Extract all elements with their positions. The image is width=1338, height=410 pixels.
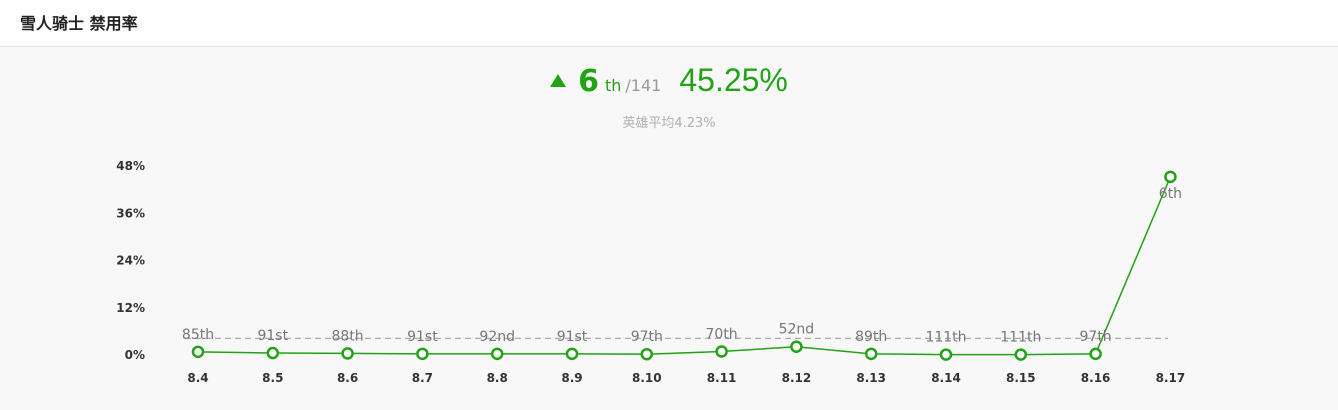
x-tick-label: 8.7 <box>412 371 433 385</box>
rank-label: 85th <box>182 327 214 343</box>
ban-rate-value: 45.25% <box>679 62 788 98</box>
hero-average-text: 英雄平均4.23% <box>622 116 716 131</box>
data-point <box>1089 347 1102 361</box>
rank-label: 97th <box>1080 329 1112 345</box>
rank-value: 6 <box>578 64 599 99</box>
rank-summary: 6 th /141 45.25% <box>0 62 1338 99</box>
header: 雪人骑士 禁用率 <box>0 0 1338 47</box>
page-title: 雪人骑士 禁用率 <box>20 14 138 33</box>
trend-up-icon <box>550 74 567 87</box>
y-tick-label: 12% <box>116 301 145 315</box>
rank-label: 52nd <box>779 322 815 338</box>
y-tick-label: 24% <box>116 254 145 268</box>
data-point <box>490 347 504 361</box>
rank-label: 89th <box>855 329 887 345</box>
data-point <box>1164 170 1177 184</box>
rank-label: 91st <box>557 329 588 345</box>
x-tick-label: 8.12 <box>782 371 812 385</box>
x-tick-label: 8.6 <box>337 371 358 385</box>
x-tick-label: 8.17 <box>1156 371 1186 385</box>
y-tick-label: 48% <box>116 159 145 173</box>
y-tick-label: 36% <box>116 206 145 220</box>
y-tick-label: 0% <box>125 348 145 362</box>
rank-label: 111th <box>925 330 966 346</box>
x-tick-label: 8.5 <box>262 371 283 385</box>
data-point <box>640 347 654 361</box>
rank-suffix: th <box>604 76 622 95</box>
data-point <box>790 340 803 353</box>
rank-label: 70th <box>706 326 738 342</box>
data-point <box>341 347 354 360</box>
rank-total: /141 <box>625 76 662 95</box>
rank-label: 91st <box>257 328 288 344</box>
rank-label: 6th <box>1159 186 1182 202</box>
x-tick-label: 8.4 <box>187 371 208 385</box>
x-tick-label: 8.16 <box>1081 371 1111 385</box>
x-tick-label: 8.15 <box>1006 371 1036 385</box>
data-point <box>939 348 953 361</box>
data-point <box>565 347 579 361</box>
rank-label: 97th <box>631 329 663 345</box>
x-tick-label: 8.14 <box>931 371 961 385</box>
data-point <box>266 346 280 360</box>
rank-label: 91st <box>407 329 438 345</box>
rank-label: 111th <box>1000 330 1041 346</box>
x-tick-label: 8.8 <box>487 371 508 385</box>
data-point <box>191 345 205 359</box>
rank-label: 88th <box>332 328 364 344</box>
x-tick-label: 8.11 <box>707 371 737 385</box>
data-point <box>864 347 878 361</box>
rank-label: 92nd <box>479 329 515 345</box>
data-point <box>715 345 728 358</box>
x-tick-label: 8.10 <box>632 371 662 385</box>
data-point <box>1014 348 1028 361</box>
x-tick-label: 8.13 <box>856 371 886 385</box>
ban-rate-chart: 0% 12% 24% 36% 48% 8.4 8.5 8.6 8.7 8.8 8.9 8.10 8.11… <box>116 159 1186 385</box>
x-tick-label: 8.9 <box>561 371 582 385</box>
data-point <box>416 347 429 361</box>
